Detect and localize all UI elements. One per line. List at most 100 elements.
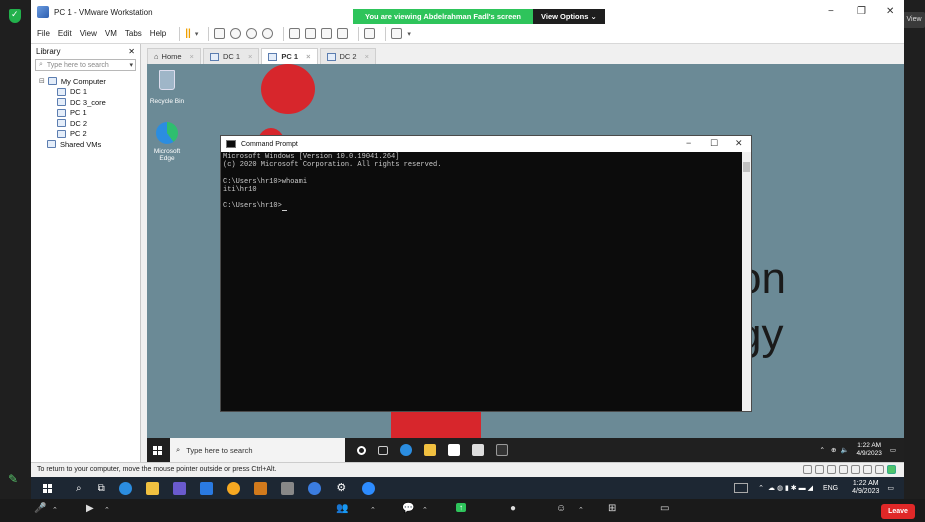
host-mail-icon[interactable]	[199, 481, 213, 495]
message-log-icon[interactable]	[887, 465, 896, 474]
send-ctrl-alt-del-icon[interactable]	[214, 28, 226, 39]
host-settings-icon[interactable]: ⚙	[335, 482, 348, 495]
tab-dc1[interactable]: DC 1 ×	[202, 48, 260, 64]
pause-icon[interactable]: ||	[185, 28, 191, 39]
leave-button[interactable]: Leave	[881, 504, 915, 519]
host-task-view-icon[interactable]: ⧉	[98, 483, 105, 494]
reactions-icon[interactable]: ☺	[556, 503, 566, 514]
store-icon[interactable]	[448, 444, 460, 456]
console-view-icon[interactable]	[364, 28, 376, 39]
thumbnail-bar-icon[interactable]	[305, 28, 317, 39]
cmd-titlebar[interactable]: Command Prompt − ☐ ✕	[221, 136, 751, 152]
host-file-explorer-icon[interactable]	[145, 481, 159, 495]
desktop-icon-recycle-bin[interactable]: Recycle Bin	[147, 68, 187, 108]
host-tray-chevron-up-icon[interactable]: ⌃	[758, 484, 764, 492]
tree-vm-pc1[interactable]: PC 1	[39, 108, 140, 119]
menu-tabs[interactable]: Tabs	[125, 29, 142, 38]
unity-icon[interactable]	[337, 28, 349, 39]
reactions-chevron-icon[interactable]: ⌃	[578, 506, 584, 514]
tab-close-icon[interactable]: ×	[306, 52, 310, 61]
network-icon[interactable]: ⊕	[831, 446, 836, 454]
display-icon[interactable]	[875, 465, 884, 474]
host-zoom-icon[interactable]	[361, 481, 375, 495]
library-close-icon[interactable]: ✕	[128, 47, 135, 56]
tree-vm-pc2[interactable]: PC 2	[39, 129, 140, 140]
library-search-input[interactable]: ⌕ Type here to search ▾	[35, 59, 136, 71]
mute-icon[interactable]: 🎤	[34, 503, 46, 514]
participants-icon[interactable]: 👥	[336, 503, 348, 514]
tree-vm-dc2[interactable]: DC 2	[39, 118, 140, 129]
record-icon[interactable]: ●	[510, 503, 516, 514]
host-start-icon[interactable]	[43, 483, 52, 493]
cmd-scrollbar[interactable]	[742, 152, 751, 411]
edge-taskbar-icon[interactable]	[400, 444, 412, 456]
command-prompt-window[interactable]: Command Prompt − ☐ ✕ Microsoft Windows […	[220, 135, 752, 412]
chevron-down-icon[interactable]: ▾	[407, 30, 411, 38]
security-shield-icon[interactable]	[9, 9, 21, 23]
cmd-output[interactable]: Microsoft Windows [Version 10.0.19041.26…	[221, 152, 751, 212]
full-screen-icon[interactable]	[321, 28, 333, 39]
snapshot-icon[interactable]	[230, 28, 242, 39]
video-icon[interactable]: ▶	[86, 503, 94, 514]
host-edge-icon[interactable]	[118, 481, 132, 495]
minimize-icon[interactable]: −	[828, 6, 834, 17]
share-screen-icon[interactable]: ↑	[456, 503, 466, 512]
view-options-button[interactable]: View Options ⌄	[533, 9, 605, 24]
restore-icon[interactable]: ❐	[857, 6, 866, 17]
host-app-icon[interactable]	[280, 481, 294, 495]
cmd-close-icon[interactable]: ✕	[735, 138, 743, 149]
stretch-guest-icon[interactable]	[391, 28, 403, 39]
cd-drive-icon[interactable]	[815, 465, 824, 474]
participants-chevron-icon[interactable]: ⌃	[370, 506, 376, 514]
windows-start-icon[interactable]	[153, 445, 162, 455]
guest-search-box[interactable]: ⌕ Type here to search	[170, 438, 345, 462]
annotate-pen-icon[interactable]: ✎	[8, 472, 18, 486]
tab-home[interactable]: ⌂ Home ×	[147, 48, 201, 64]
host-tray-icons[interactable]: ☁ ◍ ▮ ✱ ▬ ◢	[768, 484, 813, 492]
collapse-icon[interactable]: ⊟	[39, 77, 45, 85]
tray-chevron-up-icon[interactable]: ⌃	[820, 446, 825, 454]
tab-close-icon[interactable]: ×	[365, 52, 369, 61]
host-tray-app-icon[interactable]	[734, 483, 749, 493]
desktop-icon-edge[interactable]: Microsoft Edge	[147, 120, 187, 170]
printer-icon[interactable]	[863, 465, 872, 474]
video-options-chevron-icon[interactable]: ⌃	[104, 506, 110, 514]
cmd-taskbar-icon[interactable]	[496, 444, 508, 456]
guest-desktop[interactable]: on gy Recycle Bin Microsoft Edge Command…	[147, 64, 904, 462]
menu-vm[interactable]: VM	[105, 29, 117, 38]
cmd-minimize-icon[interactable]: −	[686, 138, 691, 148]
whiteboard-icon[interactable]: ▭	[660, 503, 669, 514]
usb-icon[interactable]	[839, 465, 848, 474]
host-language[interactable]: ENG	[823, 485, 838, 492]
chevron-down-icon[interactable]: ▾	[195, 30, 199, 38]
guest-clock[interactable]: 1:22 AM 4/9/2023	[857, 442, 882, 458]
tree-vm-dc3-core[interactable]: DC 3_core	[39, 97, 140, 108]
host-app-icon[interactable]	[307, 481, 321, 495]
network-adapter-icon[interactable]	[827, 465, 836, 474]
volume-icon[interactable]: 🔈	[840, 446, 848, 454]
zoom-view-button[interactable]: View	[903, 12, 925, 28]
tab-pc1[interactable]: PC 1 ×	[261, 48, 318, 64]
host-vmware-icon[interactable]	[253, 481, 267, 495]
mail-icon[interactable]	[472, 444, 484, 456]
apps-icon[interactable]: ⊞	[608, 503, 616, 514]
host-chrome-icon[interactable]	[226, 481, 240, 495]
chevron-down-icon[interactable]: ▾	[129, 61, 133, 69]
task-view-icon[interactable]	[378, 445, 388, 455]
chat-icon[interactable]: 💬	[402, 503, 414, 514]
host-teams-icon[interactable]	[172, 481, 186, 495]
cortana-icon[interactable]	[357, 445, 366, 455]
host-search-icon[interactable]: ⌕	[76, 483, 82, 494]
tab-close-icon[interactable]: ×	[190, 52, 194, 61]
tree-shared-vms[interactable]: Shared VMs	[39, 139, 140, 150]
host-notification-icon[interactable]: ▭	[887, 484, 894, 492]
file-explorer-icon[interactable]	[424, 444, 436, 456]
menu-view[interactable]: View	[80, 29, 97, 38]
menu-file[interactable]: File	[37, 29, 50, 38]
audio-options-chevron-icon[interactable]: ⌃	[52, 506, 58, 514]
cmd-maximize-icon[interactable]: ☐	[710, 138, 718, 149]
sound-icon[interactable]	[851, 465, 860, 474]
close-icon[interactable]: ✕	[886, 6, 894, 17]
tree-my-computer[interactable]: ⊟ My Computer	[39, 76, 140, 87]
hard-disk-icon[interactable]	[803, 465, 812, 474]
